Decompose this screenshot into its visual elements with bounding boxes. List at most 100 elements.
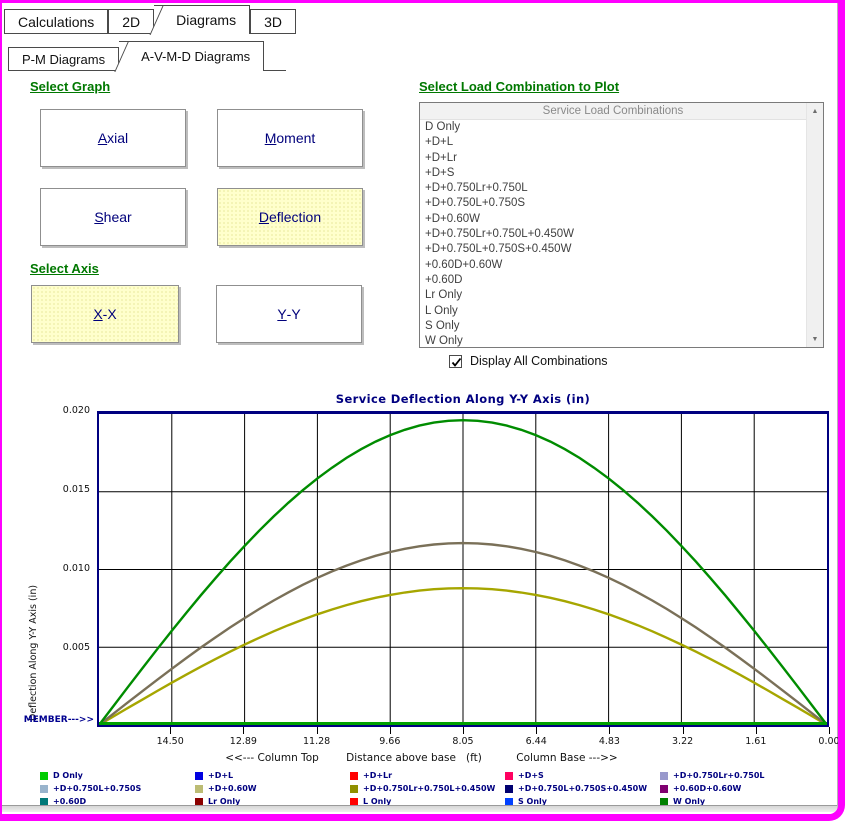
x-x-button[interactable]: X-X [31,285,179,343]
y-tick-label: 0.005 [48,642,90,653]
x-tick-mark [463,727,464,734]
list-item[interactable]: +D+0.750L+0.750S [420,196,806,211]
listbox-header: Service Load Combinations [420,103,806,120]
select-axis-heading: Select Axis [30,261,99,276]
y-axis-title: Deflection Along Y-Y Axis (in) [28,421,39,721]
subtab-label: P-M Diagrams [22,52,105,67]
shear-button[interactable]: Shear [40,188,186,246]
legend-item-d-only: D Only [40,769,195,782]
x-tick-mark [317,727,318,734]
scroll-down-icon[interactable]: ▼ [807,331,823,347]
legend-label: D Only [53,771,83,780]
legend-swatch [195,772,203,780]
legend-label: +D+Lr [363,771,392,780]
x-tick-mark [609,727,610,734]
y-y-button[interactable]: Y-Y [216,285,362,343]
x-tick-mark [829,727,830,734]
tab-2d[interactable]: 2D [108,9,154,34]
list-item[interactable]: +0.60D+0.60W [420,258,806,273]
legend-swatch [195,785,203,793]
legend-swatch [40,772,48,780]
subtab-a-v-m-d-diagrams[interactable]: A-V-M-D Diagrams [119,41,264,71]
deflection-chart-svg [99,414,827,725]
x-tick-label: 4.83 [584,736,634,747]
tab-label: Diagrams [176,12,236,28]
legend-swatch [660,772,668,780]
y-tick-label: 0.010 [48,563,90,574]
legend-label: +D+L [208,771,233,780]
listbox-scrollbar[interactable]: ▲ ▼ [806,103,823,347]
list-item[interactable]: +D+0.750Lr+0.750L [420,181,806,196]
member-axis-label: MEMBER--->> [16,715,94,725]
deflection-plot-area [97,411,829,727]
list-item[interactable]: S Only [420,319,806,334]
list-item[interactable]: W Only [420,334,806,347]
listbox-items: D Only+D+L+D+Lr+D+S+D+0.750Lr+0.750L+D+0… [420,120,806,347]
load-combination-listbox[interactable]: Service Load Combinations D Only+D+L+D+L… [419,102,824,348]
chart-title: Service Deflection Along Y-Y Axis (in) [97,392,829,406]
legend-label: +D+0.750L+0.750S+0.450W [518,784,647,793]
legend-swatch [350,785,358,793]
x-tick-label: 1.61 [731,736,781,747]
x-tick-label: 14.50 [145,736,195,747]
y-tick-label: 0.015 [48,484,90,495]
tab-label: 2D [122,14,140,30]
axis-button-group: X-X Y-Y [31,285,371,343]
deflection-button[interactable]: Deflection [217,188,363,246]
x-tick-label: 9.66 [365,736,415,747]
list-item[interactable]: +D+0.750L+0.750S+0.450W [420,242,806,257]
list-item[interactable]: L Only [420,304,806,319]
tab-3d[interactable]: 3D [250,9,296,34]
x-tick-label: 11.28 [292,736,342,747]
x-tick-mark [756,727,757,734]
list-item[interactable]: +D+S [420,166,806,181]
display-all-checkbox[interactable] [449,355,462,368]
legend-item-d-0-750l-0-750s-0-450w: +D+0.750L+0.750S+0.450W [505,782,660,795]
list-item[interactable]: D Only [420,120,806,135]
list-item[interactable]: +D+0.60W [420,212,806,227]
subtab-label: A-V-M-D Diagrams [141,49,250,64]
list-item[interactable]: +D+Lr [420,151,806,166]
display-all-label: Display All Combinations [470,354,608,368]
tab-label: 3D [264,14,282,30]
checkmark-icon [451,357,462,368]
x-axis-caption: Column Base --->> [516,752,617,764]
x-tick-label: 6.44 [511,736,561,747]
y-tick-label: 0.020 [48,405,90,416]
bottom-divider [2,805,837,812]
tab-calculations[interactable]: Calculations [4,9,108,34]
tab-diagrams[interactable]: Diagrams [154,5,250,34]
x-tick-mark [243,727,244,734]
x-tick-mark [170,727,171,734]
legend-label: +D+0.750L+0.750S [53,784,141,793]
app-surface: Calculations 2D Diagrams 3D P-M Diagrams A-V… [2,3,838,814]
list-item[interactable]: +D+0.750Lr+0.750L+0.450W [420,227,806,242]
list-item[interactable]: +D+L [420,135,806,150]
x-axis-caption: <<--- Column Top [225,752,319,764]
legend-item-d-0-750l-0-750s: +D+0.750L+0.750S [40,782,195,795]
subtab-p-m-diagrams[interactable]: P-M Diagrams [8,47,119,71]
list-item[interactable]: +0.60D [420,273,806,288]
load-combination-heading: Select Load Combination to Plot [419,79,619,94]
x-tick-label: 0.00 [804,736,845,747]
legend-label: +0.60D+0.60W [673,784,741,793]
legend-swatch [660,785,668,793]
legend-label: +D+0.750Lr+0.750L+0.450W [363,784,495,793]
legend-swatch [40,785,48,793]
legend-item-d-lr: +D+Lr [350,769,505,782]
legend-label: +D+0.60W [208,784,257,793]
scroll-up-icon[interactable]: ▲ [807,103,823,119]
moment-button[interactable]: Moment [217,109,363,167]
axial-button[interactable]: Axial [40,109,186,167]
x-tick-mark [683,727,684,734]
graph-button-group: Axial Moment Shear Deflection [40,109,370,246]
legend-item-d-0-750lr-0-750l-0-450w: +D+0.750Lr+0.750L+0.450W [350,782,505,795]
legend-label: +D+S [518,771,544,780]
diagram-sub-tab-strip: P-M Diagrams A-V-M-D Diagrams [8,41,264,71]
x-axis-caption: Distance above base (ft) [346,752,482,764]
window-frame: Calculations 2D Diagrams 3D P-M Diagrams A-V… [0,0,845,821]
tab-label: Calculations [18,14,94,30]
legend-item-d-s: +D+S [505,769,660,782]
legend-item-0-60d-0-60w: +0.60D+0.60W [660,782,815,795]
list-item[interactable]: Lr Only [420,288,806,303]
